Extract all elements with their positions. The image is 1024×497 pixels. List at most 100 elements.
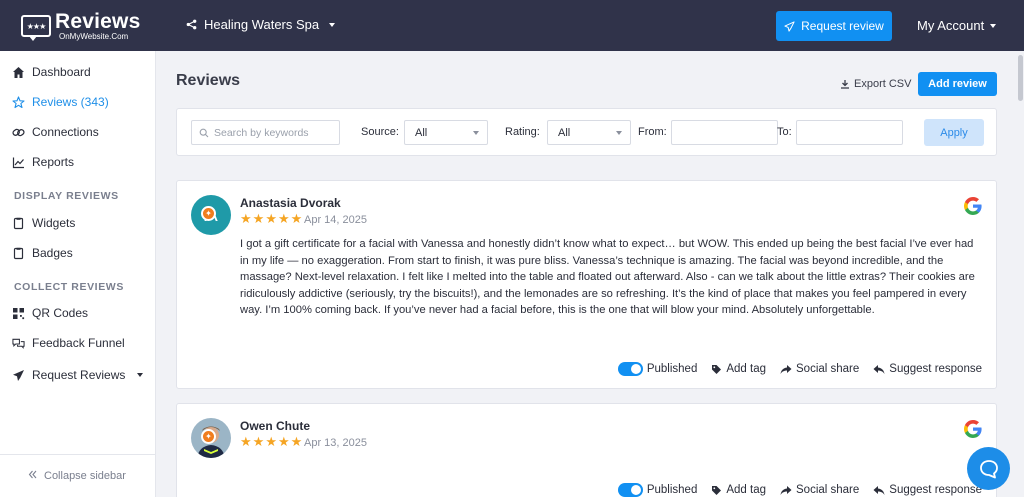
published-label: Published (646, 484, 698, 496)
chevron-down-icon (137, 373, 144, 377)
collapse-sidebar-button[interactable]: Collapse sidebar (0, 454, 155, 497)
badge-icon (12, 247, 25, 260)
sidebar-item-feedback-funnel[interactable]: Feedback Funnel (12, 336, 125, 350)
source-label: Source: (361, 126, 399, 138)
star-icon (12, 95, 25, 109)
sidebar-item-badges[interactable]: Badges (12, 246, 73, 260)
home-icon (12, 66, 25, 79)
link-icon (12, 126, 25, 139)
to-label: To: (777, 126, 792, 138)
paper-plane-icon (784, 20, 795, 32)
published-toggle[interactable]: Published (617, 362, 698, 376)
add-tag-button[interactable]: Add tag (711, 363, 766, 375)
rating-value: All (558, 126, 571, 139)
tag-icon (712, 485, 722, 495)
sidebar-item-label: Badges (32, 246, 73, 260)
review-actions: Published Add tag Social share Suggest r… (617, 483, 982, 497)
suggest-response-label: Suggest response (889, 363, 982, 375)
add-tag-label: Add tag (726, 363, 766, 375)
add-review-button[interactable]: Add review (918, 72, 997, 96)
suggest-response-label: Suggest response (889, 484, 982, 496)
sidebar-item-reviews[interactable]: Reviews (343) (12, 95, 109, 109)
star-icon: ★ (252, 211, 265, 226)
export-csv-button[interactable]: Export CSV (840, 78, 911, 90)
sidebar-item-label: Reviews (343) (32, 95, 109, 109)
share-nodes-icon (186, 19, 197, 30)
export-csv-label: Export CSV (854, 78, 912, 90)
business-selector[interactable]: Healing Waters Spa (186, 17, 336, 32)
chart-icon (12, 156, 25, 169)
review-card: A ✦ Anastasia Dvorak ★★★★★ Apr 14, 2025 … (176, 180, 997, 389)
scrollbar-track[interactable] (1017, 51, 1024, 497)
top-bar: ★★★ Reviews OnMyWebsite.Com Healing Wate… (0, 0, 1024, 51)
google-icon (964, 197, 982, 215)
apply-button[interactable]: Apply (924, 119, 984, 146)
share-arrow-icon (780, 364, 792, 374)
star-icon: ★ (240, 211, 252, 226)
source-select[interactable]: All (404, 120, 488, 145)
request-review-button[interactable]: Request review (776, 11, 892, 41)
double-chevron-left-icon (28, 470, 37, 482)
social-share-button[interactable]: Social share (780, 363, 859, 375)
review-card: ✦ Owen Chute ★ ★ ★ ★ ★ Apr 13, 2025 Publishe… (176, 403, 997, 497)
business-name: Healing Waters Spa (204, 17, 320, 32)
sidebar-item-label: Widgets (32, 216, 76, 230)
suggest-response-button[interactable]: Suggest response (873, 363, 982, 375)
to-date-input[interactable] (796, 120, 903, 145)
star-icon: ★ (290, 434, 303, 449)
review-date: Apr 14, 2025 (304, 214, 367, 226)
add-tag-button[interactable]: Add tag (711, 484, 766, 496)
send-icon (12, 369, 25, 382)
star-icon: ★ (265, 434, 277, 449)
source-value: All (415, 126, 428, 139)
sidebar-item-reports[interactable]: Reports (12, 155, 74, 169)
review-date: Apr 13, 2025 (304, 437, 367, 449)
sidebar-item-qr-codes[interactable]: QR Codes (12, 306, 88, 320)
download-icon (841, 80, 849, 89)
share-arrow-icon (780, 485, 792, 495)
request-review-label: Request review (801, 19, 884, 33)
social-share-label: Social share (796, 363, 860, 375)
review-actions: Published Add tag Social share Suggest r… (617, 362, 982, 376)
social-share-label: Social share (796, 484, 860, 496)
reviewer-name: Owen Chute (240, 419, 311, 433)
page-title: Reviews (176, 72, 241, 89)
sidebar-item-label: Reports (32, 155, 75, 169)
star-icon: ★ (277, 434, 290, 449)
logo-subtitle: OnMyWebsite.Com (59, 32, 129, 41)
search-input[interactable] (214, 126, 334, 139)
published-label: Published (646, 363, 698, 375)
collapse-sidebar-label: Collapse sidebar (44, 470, 126, 482)
account-label: My Account (917, 18, 985, 33)
sidebar: Dashboard Reviews (343) Connections Repo… (0, 51, 156, 497)
published-toggle[interactable]: Published (617, 483, 698, 497)
section-collect-reviews: COLLECT REVIEWS (14, 281, 124, 293)
qr-icon (12, 307, 25, 320)
tag-icon (712, 364, 722, 374)
sidebar-item-widgets[interactable]: Widgets (12, 216, 75, 230)
star-icon: ★ (277, 211, 290, 226)
account-menu[interactable]: My Account (917, 18, 997, 33)
social-share-button[interactable]: Social share (780, 484, 859, 496)
chevron-down-icon (616, 131, 622, 135)
logo-title: Reviews (55, 10, 141, 33)
toggle-switch[interactable] (617, 483, 643, 497)
review-text: I got a gift certificate for a facial wi… (240, 238, 975, 316)
toggle-switch[interactable] (617, 362, 643, 376)
scrollbar-thumb[interactable] (1018, 55, 1023, 101)
logo[interactable]: ★★★ Reviews OnMyWebsite.Com (21, 11, 140, 41)
search-icon (199, 128, 209, 137)
sidebar-item-label: QR Codes (32, 306, 89, 320)
chevron-down-icon (329, 22, 336, 27)
source-badge-icon: ✦ (201, 429, 216, 444)
from-date-input[interactable] (671, 120, 778, 145)
sidebar-item-connections[interactable]: Connections (12, 125, 99, 139)
search-box[interactable] (191, 120, 340, 145)
rating-label: Rating: (505, 126, 540, 138)
sidebar-item-label: Feedback Funnel (32, 336, 125, 350)
support-chat-button[interactable] (967, 447, 1010, 490)
sidebar-item-request-reviews[interactable]: Request Reviews (12, 368, 144, 382)
sidebar-item-dashboard[interactable]: Dashboard (12, 65, 91, 79)
suggest-response-button[interactable]: Suggest response (873, 484, 982, 496)
rating-select[interactable]: All (547, 120, 631, 145)
